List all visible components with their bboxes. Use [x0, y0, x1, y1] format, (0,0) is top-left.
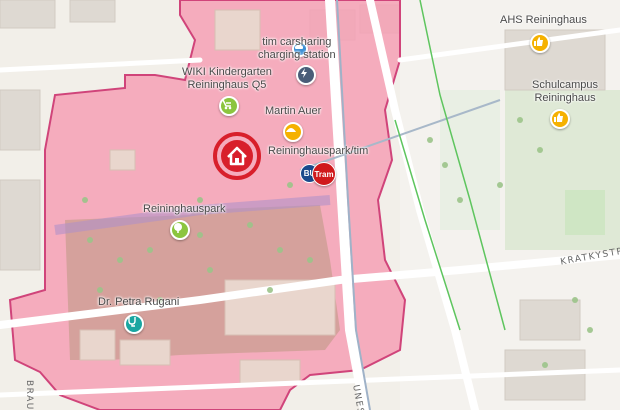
home-icon	[213, 132, 261, 180]
doctor-label: Dr. Petra Rugani	[98, 296, 180, 308]
kindergarten-marker[interactable]	[219, 96, 239, 116]
home-marker[interactable]	[211, 130, 263, 182]
stethoscope-icon	[128, 317, 136, 327]
doctor-marker[interactable]	[124, 314, 144, 334]
schulcampus-label: Schulcampus Reininghaus	[532, 79, 599, 104]
map-canvas[interactable]: tim carsharing charging station WIKI Kin…	[0, 0, 620, 410]
ahs-label: AHS Reininghaus	[500, 14, 587, 26]
park-marker[interactable]	[170, 220, 190, 240]
street-brauhaus: BRAU	[24, 380, 34, 410]
bread-icon	[286, 128, 296, 132]
kindergarten-label: WIKI Kindergarten Reininghaus Q5	[182, 66, 272, 91]
thumb-up-icon	[554, 113, 563, 122]
charging-station-marker[interactable]	[296, 65, 316, 85]
bakery-marker[interactable]	[283, 122, 303, 142]
carsharing-label: tim carsharing charging station	[258, 36, 336, 61]
schulcampus-marker[interactable]	[550, 109, 570, 129]
tram-stop-label: Reininghauspark/tim	[268, 145, 369, 157]
park-label: Reininghauspark	[143, 203, 226, 215]
tree-icon	[174, 223, 182, 233]
lightning-icon	[301, 68, 307, 78]
stroller-icon	[222, 99, 232, 110]
tram-stop-marker[interactable]: Tram	[312, 162, 336, 186]
ahs-school-marker[interactable]	[530, 33, 550, 53]
martin-auer-label: Martin Auer	[265, 105, 322, 117]
thumb-up-icon	[534, 37, 543, 46]
